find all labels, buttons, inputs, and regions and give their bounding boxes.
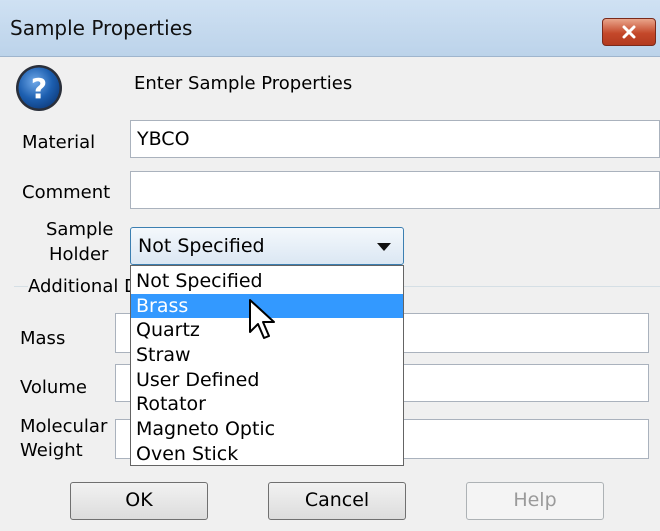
molecular-weight-label-line1: Molecular [20, 416, 108, 437]
mass-label: Mass [20, 328, 66, 349]
volume-label: Volume [20, 377, 87, 398]
dropdown-option-straw[interactable]: Straw [131, 343, 403, 368]
molecular-weight-label-line2: Weight [20, 440, 83, 461]
ok-button[interactable]: OK [70, 482, 208, 520]
cancel-button[interactable]: Cancel [268, 482, 406, 520]
sample-holder-select[interactable]: Not Specified [130, 227, 404, 265]
material-label: Material [22, 132, 96, 153]
dropdown-option-oven-stick[interactable]: Oven Stick [131, 442, 403, 467]
dropdown-option-rotator[interactable]: Rotator [131, 392, 403, 417]
chevron-down-icon [377, 243, 391, 251]
close-button[interactable] [602, 18, 656, 46]
close-icon [622, 25, 636, 39]
window-title: Sample Properties [10, 16, 193, 40]
dropdown-option-user-defined[interactable]: User Defined [131, 368, 403, 393]
svg-text:?: ? [31, 72, 47, 105]
sample-properties-dialog: Sample Properties ? Enter Sample Propert… [0, 0, 660, 531]
material-field[interactable]: YBCO [130, 120, 660, 158]
question-icon: ? [16, 65, 62, 111]
comment-field[interactable] [130, 171, 660, 209]
sample-holder-dropdown: Not Specified Brass Quartz Straw User De… [130, 265, 404, 466]
title-bar[interactable]: Sample Properties [0, 0, 660, 57]
dropdown-option-magneto-optic[interactable]: Magneto Optic [131, 417, 403, 442]
dialog-prompt: Enter Sample Properties [134, 73, 353, 94]
help-button[interactable]: Help [466, 482, 604, 520]
comment-label: Comment [22, 182, 111, 203]
dropdown-option-not-specified[interactable]: Not Specified [131, 269, 403, 294]
additional-group-label: Additional D [28, 276, 140, 297]
sample-holder-label-line1: Sample [46, 219, 114, 240]
sample-holder-label-line2: Holder [49, 244, 109, 265]
mouse-cursor-icon [249, 299, 275, 339]
sample-holder-selected: Not Specified [138, 235, 265, 257]
